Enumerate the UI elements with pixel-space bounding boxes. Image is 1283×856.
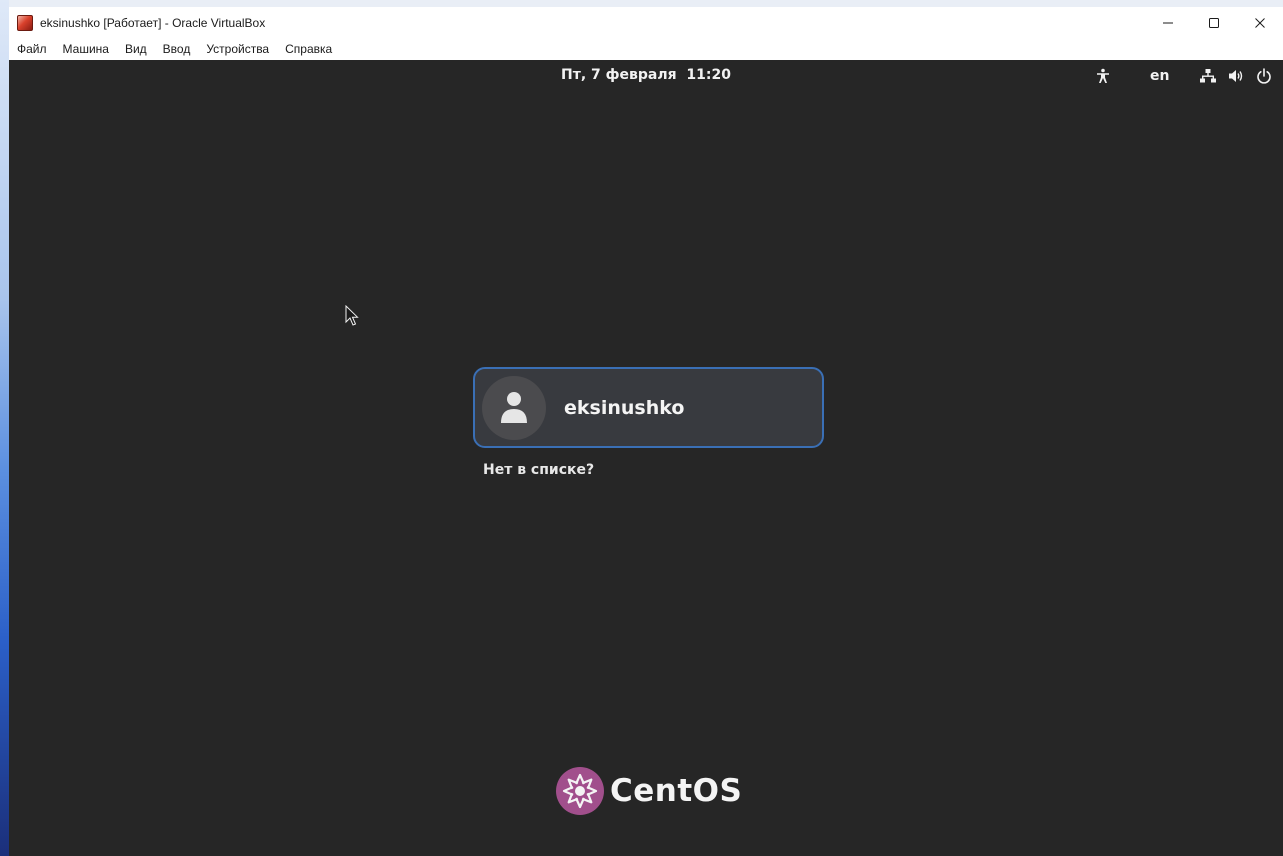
- volume-icon: [1229, 70, 1243, 82]
- minimize-icon: [1163, 22, 1173, 23]
- maximize-button[interactable]: [1191, 7, 1237, 38]
- centos-logo-icon: [556, 767, 604, 815]
- close-button[interactable]: [1237, 7, 1283, 38]
- volume-button[interactable]: [1228, 68, 1244, 84]
- centos-branding: CentOS: [556, 767, 742, 815]
- window-controls: [1145, 7, 1283, 38]
- menubar: Файл Машина Вид Ввод Устройства Справка: [9, 38, 1283, 60]
- virtualbox-window: eksinushko [Работает] - Oracle VirtualBo…: [9, 7, 1283, 856]
- network-button[interactable]: [1200, 68, 1216, 84]
- gnome-top-bar: Пт, 7 февраля 11:20 en: [9, 60, 1283, 92]
- host-desktop-background: [0, 0, 9, 856]
- keyboard-layout-indicator[interactable]: en: [1150, 68, 1169, 84]
- virtualbox-icon: [17, 14, 33, 31]
- power-icon: [1257, 68, 1271, 84]
- window-titlebar[interactable]: eksinushko [Работает] - Oracle VirtualBo…: [9, 7, 1283, 38]
- vm-display[interactable]: Пт, 7 февраля 11:20 en eksinushko Нет в …: [9, 60, 1283, 856]
- menu-view[interactable]: Вид: [125, 42, 147, 56]
- mouse-pointer-icon: [345, 305, 359, 326]
- centos-wordmark: CentOS: [610, 773, 743, 809]
- network-icon: [1200, 69, 1216, 83]
- window-title: eksinushko [Работает] - Oracle VirtualBo…: [40, 15, 266, 30]
- user-list-item[interactable]: eksinushko: [473, 367, 824, 448]
- not-listed-link[interactable]: Нет в списке?: [483, 462, 594, 478]
- close-icon: [1255, 17, 1265, 28]
- accessibility-icon: [1097, 68, 1109, 83]
- menu-devices[interactable]: Устройства: [206, 42, 269, 56]
- menu-machine[interactable]: Машина: [63, 42, 109, 56]
- maximize-icon: [1209, 17, 1219, 28]
- user-avatar-icon: [501, 391, 527, 423]
- date-time[interactable]: Пт, 7 февраля 11:20: [9, 67, 1283, 83]
- accessibility-button[interactable]: [1095, 68, 1111, 84]
- menu-input[interactable]: Ввод: [163, 42, 191, 56]
- menu-help[interactable]: Справка: [285, 42, 332, 56]
- menu-file[interactable]: Файл: [17, 42, 47, 56]
- power-button[interactable]: [1256, 68, 1272, 84]
- minimize-button[interactable]: [1145, 7, 1191, 38]
- user-name: eksinushko: [564, 396, 685, 419]
- user-avatar: [482, 375, 546, 440]
